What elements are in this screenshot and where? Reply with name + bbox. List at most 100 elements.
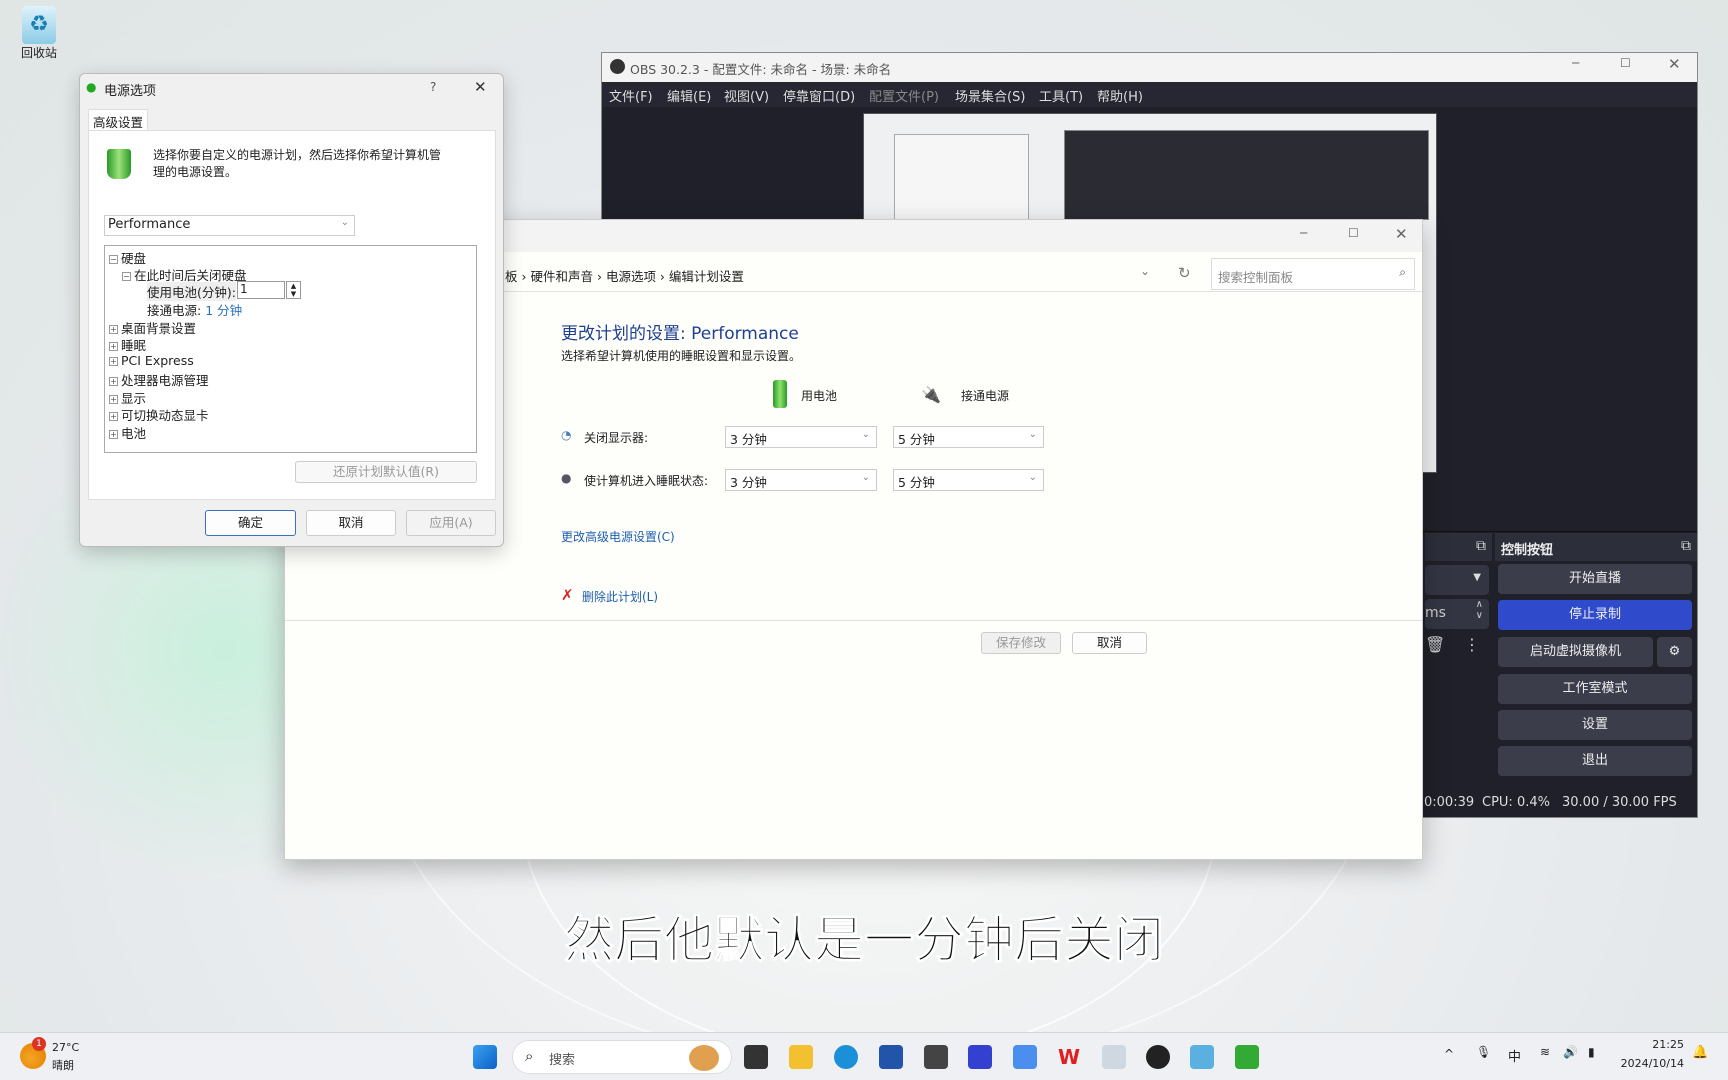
- tree-item-sleep[interactable]: + 睡眠: [109, 335, 146, 354]
- minimize-icon[interactable]: ─: [1300, 226, 1307, 240]
- menu-profile[interactable]: 配置文件(P): [869, 86, 939, 105]
- advanced-settings-link[interactable]: 更改高级电源设置(C): [561, 528, 675, 545]
- undock-icon[interactable]: ⧉: [1476, 538, 1486, 554]
- trash-icon[interactable]: 🗑: [1425, 635, 1445, 654]
- display-plugged-select[interactable]: 5 分钟 ⌄: [893, 426, 1044, 448]
- menu-scene-collection[interactable]: 场景集合(S): [955, 86, 1025, 105]
- resource-monitor-icon[interactable]: [1102, 1045, 1126, 1069]
- obs-title: OBS 30.2.3 - 配置文件: 未命名 - 场景: 未命名: [630, 62, 892, 77]
- exit-button[interactable]: 退出: [1498, 746, 1692, 776]
- chevron-up-icon[interactable]: ^: [1444, 1047, 1454, 1061]
- sleep-plugged-select[interactable]: 5 分钟 ⌄: [893, 469, 1044, 491]
- close-icon[interactable]: ✕: [1668, 55, 1681, 73]
- file-explorer-icon[interactable]: [789, 1045, 813, 1069]
- wps-icon[interactable]: W: [1057, 1045, 1081, 1069]
- search-input[interactable]: 搜索控制面板 ⌕: [1211, 258, 1415, 290]
- recycle-bin[interactable]: ♻ 回收站: [14, 6, 64, 61]
- preview-thumbnail-dialog: [894, 134, 1029, 224]
- recycle-bin-icon: ♻: [22, 6, 56, 44]
- search-highlight-icon: [689, 1045, 719, 1071]
- dock-spinbox[interactable]: ms ∧ ∨: [1425, 599, 1489, 629]
- obs-menu-bar: 文件(F) 编辑(E) 视图(V) 停靠窗口(D) 配置文件(P) 场景集合(S…: [602, 82, 1697, 107]
- sleep-battery-select[interactable]: 3 分钟 ⌄: [725, 469, 877, 491]
- save-changes-button[interactable]: 保存修改: [981, 632, 1061, 654]
- menu-edit[interactable]: 编辑(E): [667, 86, 711, 105]
- clock-date[interactable]: 2024/10/14: [1618, 1057, 1684, 1070]
- page-subtitle: 选择希望计算机使用的睡眠设置和显示设置。: [561, 349, 802, 363]
- dock-dropdown[interactable]: ▼: [1425, 565, 1489, 595]
- close-icon[interactable]: ✕: [1395, 225, 1408, 243]
- settings-button[interactable]: 设置: [1498, 710, 1692, 740]
- wifi-icon[interactable]: ≋: [1540, 1045, 1550, 1059]
- cancel-button[interactable]: 取消: [306, 510, 396, 536]
- task-view-icon[interactable]: [744, 1045, 768, 1069]
- divider: [285, 620, 1422, 621]
- volume-icon[interactable]: 🔊: [1563, 1045, 1578, 1059]
- plugged-in-setting[interactable]: 接通电源: 1 分钟: [147, 300, 242, 319]
- start-icon[interactable]: [473, 1045, 497, 1069]
- delete-plan-link[interactable]: 删除此计划(L): [582, 588, 658, 605]
- clock-time[interactable]: 21:25: [1622, 1038, 1684, 1051]
- maximize-icon[interactable]: ☐: [1348, 226, 1359, 240]
- ok-button[interactable]: 确定: [205, 510, 296, 536]
- tree-item-switchable-graphics[interactable]: + 可切换动态显卡: [109, 405, 209, 424]
- menu-tools[interactable]: 工具(T): [1039, 86, 1083, 105]
- undock-icon[interactable]: ⧉: [1681, 538, 1691, 554]
- search-icon: ⌕: [525, 1047, 534, 1065]
- on-battery-label: 使用电池(分钟):: [147, 282, 236, 301]
- minimize-icon[interactable]: ─: [1572, 56, 1579, 70]
- store-icon[interactable]: [879, 1045, 903, 1069]
- breadcrumb-hardware-sound[interactable]: 硬件和声音: [530, 269, 593, 284]
- breadcrumb-control-panel[interactable]: 板: [505, 269, 518, 284]
- studio-mode-button[interactable]: 工作室模式: [1498, 674, 1692, 704]
- breadcrumb-power-options[interactable]: 电源选项: [606, 269, 656, 284]
- menu-docks[interactable]: 停靠窗口(D): [783, 86, 855, 105]
- notification-bell-icon[interactable]: 🔔: [1692, 1045, 1710, 1060]
- chevron-down-icon[interactable]: ⌄: [1140, 264, 1150, 278]
- virtual-camera-settings-button[interactable]: ⚙: [1657, 637, 1692, 667]
- tree-item-pci-express[interactable]: + PCI Express: [109, 353, 194, 368]
- control-panel-icon[interactable]: [1190, 1045, 1214, 1069]
- apply-button[interactable]: 应用(A): [406, 510, 496, 536]
- obs-icon[interactable]: [1146, 1045, 1170, 1069]
- power-options-icon[interactable]: [1235, 1045, 1259, 1069]
- microphone-icon[interactable]: 🎙: [1476, 1045, 1491, 1059]
- sleep-label: 使计算机进入睡眠状态:: [584, 474, 709, 488]
- help-button[interactable]: ?: [430, 80, 436, 94]
- refresh-icon[interactable]: ↻: [1178, 264, 1191, 282]
- menu-view[interactable]: 视图(V): [724, 86, 769, 105]
- edge-icon[interactable]: [834, 1045, 858, 1069]
- minutes-spinner[interactable]: ▲ ▼: [286, 281, 301, 299]
- breadcrumb-edit-plan[interactable]: 编辑计划设置: [669, 269, 744, 284]
- start-streaming-button[interactable]: 开始直播: [1498, 564, 1692, 594]
- display-battery-select[interactable]: 3 分钟 ⌄: [725, 426, 877, 448]
- tab-panel: 选择你要自定义的电源计划，然后选择你希望计算机管理的电源设置。 Performa…: [88, 130, 496, 500]
- app-icon[interactable]: [924, 1045, 948, 1069]
- taskbar-search[interactable]: ⌕ 搜索: [512, 1040, 732, 1074]
- battery-icon[interactable]: ▮: [1588, 1045, 1595, 1059]
- cancel-button[interactable]: 取消: [1072, 632, 1147, 654]
- close-icon[interactable]: ✕: [474, 78, 487, 96]
- on-battery-minutes-input[interactable]: 1: [237, 281, 285, 299]
- display-icon: ◔: [561, 428, 572, 442]
- tree-item-battery[interactable]: + 电池: [109, 423, 146, 442]
- breadcrumb: 板 › 硬件和声音 › 电源选项 › 编辑计划设置: [505, 269, 744, 284]
- tree-item-processor-power[interactable]: + 处理器电源管理: [109, 370, 209, 389]
- start-virtual-camera-button[interactable]: 启动虚拟摄像机: [1498, 637, 1653, 667]
- menu-file[interactable]: 文件(F): [609, 86, 653, 105]
- dialog-description: 选择你要自定义的电源计划，然后选择你希望计算机管理的电源设置。: [153, 148, 442, 179]
- app-icon[interactable]: [968, 1045, 992, 1069]
- plan-select[interactable]: Performance ⌄: [104, 215, 355, 236]
- app-icon[interactable]: [1013, 1045, 1037, 1069]
- obs-logo-icon: [610, 59, 625, 74]
- settings-tree[interactable]: − 硬盘 − 在此时间后关闭硬盘 使用电池(分钟): 1 ▲ ▼ 接通电源: 1 分钟…: [104, 245, 477, 453]
- turn-off-display-label: 关闭显示器:: [584, 431, 649, 445]
- battery-icon: [773, 380, 787, 408]
- menu-help[interactable]: 帮助(H): [1097, 86, 1143, 105]
- maximize-icon[interactable]: ☐: [1620, 56, 1631, 70]
- restore-defaults-button[interactable]: 还原计划默认值(R): [295, 461, 477, 483]
- stop-recording-button[interactable]: 停止录制: [1498, 600, 1692, 630]
- power-options-dialog: ● 电源选项 ? ✕ 高级设置 选择你要自定义的电源计划，然后选择你希望计算机管…: [79, 73, 504, 547]
- more-options-icon[interactable]: ⋮: [1464, 635, 1480, 654]
- ime-indicator[interactable]: 中: [1508, 1046, 1521, 1065]
